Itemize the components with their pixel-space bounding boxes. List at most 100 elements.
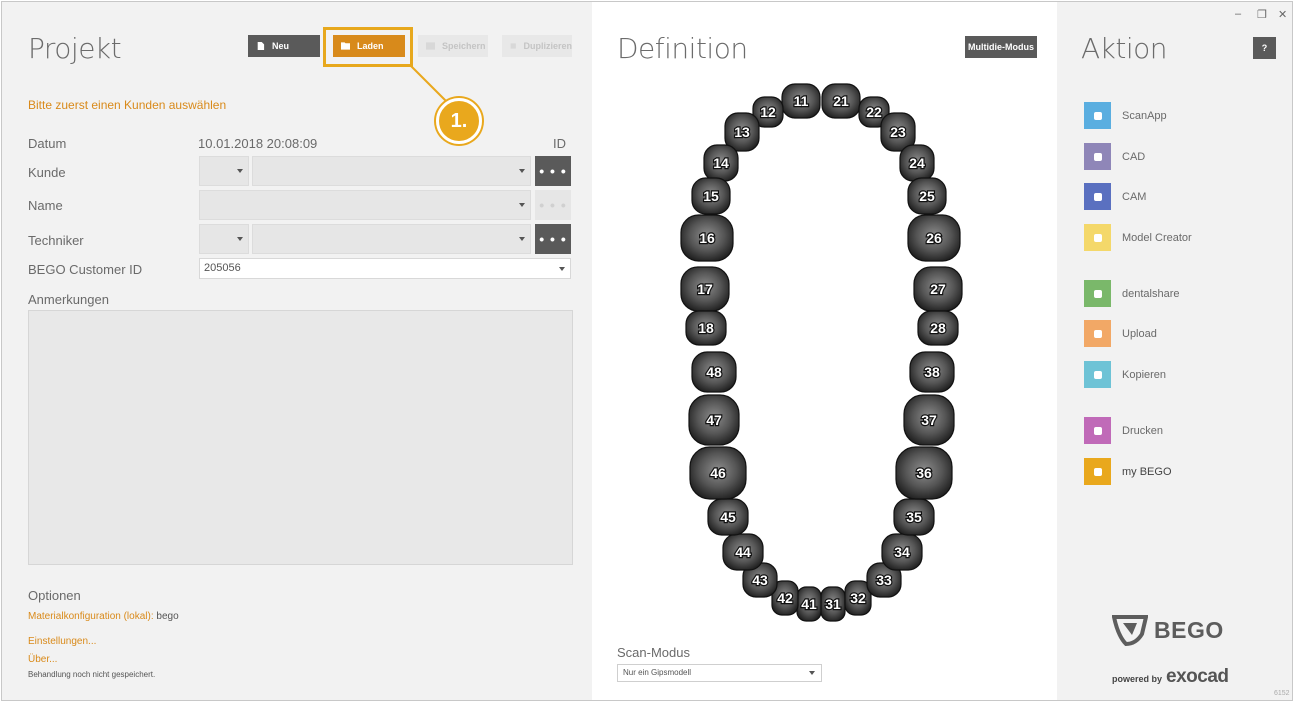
tooth-28[interactable]: 28 — [917, 310, 959, 346]
action-upload[interactable]: Upload — [1084, 320, 1157, 347]
minimize-button[interactable]: – — [1235, 8, 1241, 20]
tooth-label-25: 25 — [919, 188, 935, 204]
upload-icon — [1084, 320, 1111, 347]
action-my-bego-label: my BEGO — [1122, 465, 1172, 478]
cad-icon — [1084, 143, 1111, 170]
dentalshare-icon — [1084, 280, 1111, 307]
tooth-label-41: 41 — [801, 596, 817, 612]
tooth-15[interactable]: 15 — [691, 177, 731, 215]
tooth-25[interactable]: 25 — [907, 177, 947, 215]
tooth-41[interactable]: 41 — [796, 586, 822, 622]
tooth-36[interactable]: 36 — [895, 446, 953, 500]
tooth-37[interactable]: 37 — [903, 394, 955, 446]
tooth-label-48: 48 — [706, 364, 722, 380]
bego-logo: BEGO — [1112, 614, 1224, 646]
tooth-label-16: 16 — [699, 230, 715, 246]
tooth-14[interactable]: 14 — [703, 144, 739, 182]
tooth-label-33: 33 — [876, 572, 892, 588]
tooth-label-35: 35 — [906, 509, 922, 525]
tooth-44[interactable]: 44 — [722, 533, 764, 571]
cam-icon — [1084, 183, 1111, 210]
tooth-label-46: 46 — [710, 465, 726, 481]
tooth-label-17: 17 — [697, 281, 713, 297]
scan-mode-dropdown[interactable]: Nur ein Gipsmodell — [617, 664, 822, 682]
tooth-label-23: 23 — [890, 124, 906, 140]
action-scanapp-label: ScanApp — [1122, 109, 1167, 122]
action-dentalshare-label: dentalshare — [1122, 287, 1180, 300]
model-creator-icon — [1084, 224, 1111, 251]
tooth-31[interactable]: 31 — [820, 586, 846, 622]
tooth-label-27: 27 — [930, 281, 946, 297]
tooth-label-22: 22 — [866, 104, 882, 120]
copy-icon — [1084, 361, 1111, 388]
powered-by-exocad: powered by exocad — [1112, 666, 1229, 688]
tooth-label-11: 11 — [794, 93, 809, 109]
tooth-27[interactable]: 27 — [913, 266, 963, 312]
tooth-26[interactable]: 26 — [907, 214, 961, 262]
tooth-label-32: 32 — [850, 590, 866, 606]
tooth-label-28: 28 — [930, 320, 946, 336]
tooth-label-37: 37 — [921, 412, 937, 428]
bego-logo-text: BEGO — [1154, 616, 1224, 643]
action-scanapp[interactable]: ScanApp — [1084, 102, 1167, 129]
action-model-creator-label: Model Creator — [1122, 231, 1192, 244]
tooth-38[interactable]: 38 — [909, 351, 955, 393]
tooth-11[interactable]: 11 — [781, 83, 821, 119]
tooth-label-38: 38 — [924, 364, 940, 380]
tooth-21[interactable]: 21 — [821, 83, 861, 119]
tooth-label-43: 43 — [752, 572, 768, 588]
action-print-label: Drucken — [1122, 424, 1163, 437]
scanapp-icon — [1084, 102, 1111, 129]
action-my-bego[interactable]: my BEGO — [1084, 458, 1172, 485]
help-button[interactable]: ? — [1253, 37, 1276, 59]
tooth-label-18: 18 — [698, 320, 714, 336]
action-copy-label: Kopieren — [1122, 368, 1167, 381]
tooth-13[interactable]: 13 — [724, 112, 760, 152]
close-button[interactable]: ✕ — [1278, 8, 1287, 21]
tooth-label-34: 34 — [894, 544, 910, 560]
tooth-46[interactable]: 46 — [689, 446, 747, 500]
tooth-label-44: 44 — [735, 544, 751, 560]
tooth-label-45: 45 — [720, 509, 736, 525]
action-print[interactable]: Drucken — [1084, 417, 1163, 444]
tooth-label-42: 42 — [777, 590, 793, 606]
tooth-label-24: 24 — [909, 155, 925, 171]
tooth-34[interactable]: 34 — [881, 533, 923, 571]
tooth-label-26: 26 — [926, 230, 942, 246]
restore-button[interactable]: ❐ — [1257, 8, 1267, 21]
build-number: 6152 — [1274, 690, 1290, 697]
action-cad[interactable]: CAD — [1084, 143, 1145, 170]
tooth-45[interactable]: 45 — [707, 498, 749, 536]
tooth-label-47: 47 — [706, 412, 722, 428]
action-cam-label: CAM — [1122, 190, 1147, 203]
action-upload-label: Upload — [1122, 327, 1157, 340]
tooth-label-12: 12 — [760, 104, 776, 120]
tooth-label-31: 31 — [825, 596, 841, 612]
tooth-35[interactable]: 35 — [893, 498, 935, 536]
chevron-down-icon — [809, 671, 815, 675]
tooth-label-36: 36 — [916, 465, 932, 481]
print-icon — [1084, 417, 1111, 444]
action-title: Aktion — [1081, 32, 1168, 65]
action-cam[interactable]: CAM — [1084, 183, 1146, 210]
tooth-47[interactable]: 47 — [688, 394, 740, 446]
scan-mode-label: Scan-Modus — [617, 645, 690, 660]
tooth-16[interactable]: 16 — [680, 214, 734, 262]
tooth-17[interactable]: 17 — [680, 266, 730, 312]
action-dentalshare[interactable]: dentalshare — [1084, 280, 1180, 307]
tooth-label-15: 15 — [703, 188, 719, 204]
action-cad-label: CAD — [1122, 150, 1146, 163]
tooth-label-14: 14 — [713, 155, 729, 171]
bego-shield-icon — [1112, 615, 1148, 646]
exocad-logo-text: exocad — [1166, 666, 1229, 687]
tooth-label-13: 13 — [734, 124, 750, 140]
app-window: Projekt Neu Laden Speichern Duplizieren … — [1, 1, 1293, 701]
tooth-label-21: 21 — [833, 93, 849, 109]
tooth-48[interactable]: 48 — [691, 351, 737, 393]
tooth-18[interactable]: 18 — [685, 310, 727, 346]
scan-mode-value: Nur ein Gipsmodell — [623, 668, 692, 677]
powered-by-text: powered by — [1112, 674, 1163, 684]
action-copy[interactable]: Kopieren — [1084, 361, 1166, 388]
tooth-24[interactable]: 24 — [899, 144, 935, 182]
action-model-creator[interactable]: Model Creator — [1084, 224, 1192, 251]
